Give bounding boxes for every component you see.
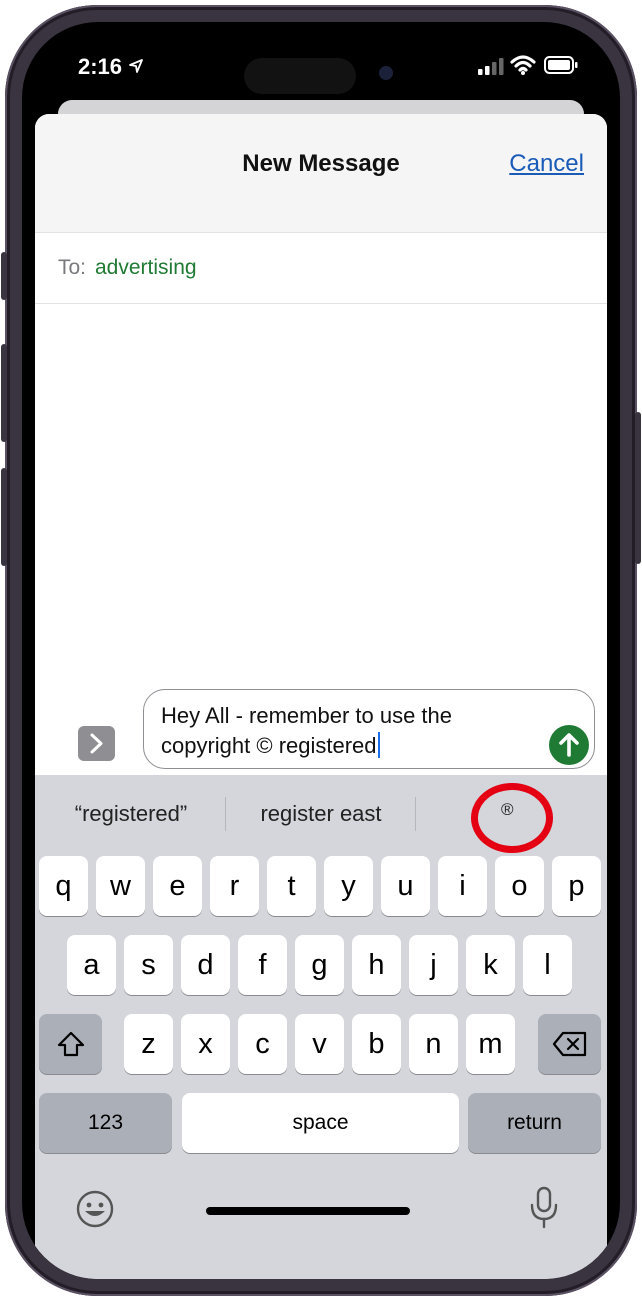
screen: 2:16 New Message Cancel To: advertising [22, 22, 620, 1279]
text-cursor [377, 732, 380, 758]
message-line-1: Hey All - remember to use the [161, 703, 453, 728]
message-input[interactable]: Hey All - remember to use the copyright … [143, 689, 595, 769]
recipient-value[interactable]: advertising [95, 256, 197, 280]
suggestion-divider [225, 797, 226, 831]
key-o[interactable]: o [495, 856, 544, 916]
volume-up-button [1, 344, 7, 442]
home-indicator[interactable] [206, 1207, 410, 1215]
message-text[interactable]: Hey All - remember to use the copyright … [161, 701, 531, 761]
keyboard: “registered” register east ® q w e r t y… [35, 775, 607, 1279]
new-message-sheet: New Message Cancel To: advertising Hey A… [35, 114, 607, 1279]
send-button[interactable] [549, 725, 589, 765]
key-s[interactable]: s [124, 935, 173, 995]
battery-icon [544, 56, 578, 74]
suggestion-divider [415, 797, 416, 831]
backspace-icon [552, 1031, 586, 1057]
chevron-right-icon [90, 733, 103, 754]
key-b[interactable]: b [352, 1014, 401, 1074]
key-r[interactable]: r [210, 856, 259, 916]
recipient-field[interactable]: To: advertising [35, 232, 607, 304]
key-m[interactable]: m [466, 1014, 515, 1074]
highlight-circle [471, 783, 553, 853]
key-k[interactable]: k [466, 935, 515, 995]
dynamic-island [244, 58, 356, 94]
key-c[interactable]: c [238, 1014, 287, 1074]
key-y[interactable]: y [324, 856, 373, 916]
location-arrow-icon [129, 59, 143, 73]
front-camera [379, 66, 393, 80]
action-button [1, 252, 7, 300]
key-w[interactable]: w [96, 856, 145, 916]
key-g[interactable]: g [295, 935, 344, 995]
cellular-signal-icon [478, 58, 504, 75]
numbers-key[interactable]: 123 [39, 1093, 172, 1153]
key-n[interactable]: n [409, 1014, 458, 1074]
microphone-icon[interactable] [528, 1185, 560, 1231]
key-v[interactable]: v [295, 1014, 344, 1074]
suggestion-1[interactable]: “registered” [45, 801, 217, 827]
key-u[interactable]: u [381, 856, 430, 916]
key-d[interactable]: d [181, 935, 230, 995]
delete-key[interactable] [538, 1014, 601, 1074]
key-z[interactable]: z [124, 1014, 173, 1074]
shift-key[interactable] [39, 1014, 102, 1074]
key-q[interactable]: q [39, 856, 88, 916]
shift-arrow-icon [57, 1031, 84, 1057]
arrow-up-icon [559, 733, 579, 757]
key-h[interactable]: h [352, 935, 401, 995]
message-line-2: copyright © registered [161, 733, 377, 758]
key-p[interactable]: p [552, 856, 601, 916]
return-key[interactable]: return [468, 1093, 601, 1153]
key-x[interactable]: x [181, 1014, 230, 1074]
cancel-button[interactable]: Cancel [509, 150, 584, 178]
power-button [635, 412, 641, 564]
key-i[interactable]: i [438, 856, 487, 916]
key-t[interactable]: t [267, 856, 316, 916]
key-e[interactable]: e [153, 856, 202, 916]
status-time: 2:16 [78, 54, 123, 79]
suggestion-2[interactable]: register east [233, 801, 409, 827]
to-label: To: [58, 256, 87, 279]
wifi-icon [510, 55, 536, 75]
key-l[interactable]: l [523, 935, 572, 995]
emoji-icon[interactable] [75, 1189, 115, 1229]
volume-down-button [1, 468, 7, 566]
key-f[interactable]: f [238, 935, 287, 995]
app-drawer-button[interactable] [78, 726, 115, 761]
nav-bar: New Message Cancel [35, 114, 607, 233]
key-j[interactable]: j [409, 935, 458, 995]
space-key[interactable]: space [182, 1093, 459, 1153]
key-a[interactable]: a [67, 935, 116, 995]
